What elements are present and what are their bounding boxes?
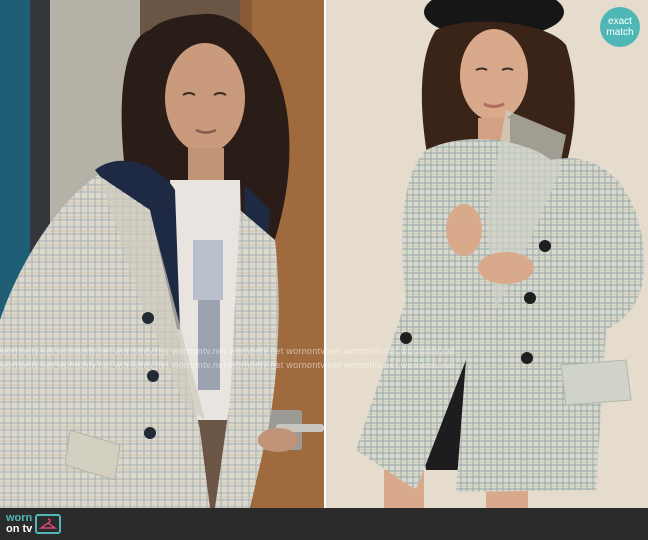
blazer-button (400, 332, 412, 344)
logo-ontv-text: on tv (6, 523, 33, 535)
wornontv-logo[interactable]: worn on tv (6, 513, 62, 535)
right-photo (326, 0, 648, 508)
footer-bar: worn on tv (0, 508, 648, 540)
left-photo (0, 0, 324, 508)
tv-hanger-icon (35, 514, 62, 534)
blazer-button (524, 292, 536, 304)
blazer-button (144, 427, 156, 439)
face (165, 43, 245, 153)
left-photo-panel (0, 0, 324, 508)
blazer-button (142, 312, 154, 324)
right-photo-panel: exact match (326, 0, 648, 508)
blazer-button (147, 370, 159, 382)
exact-match-badge: exact match (600, 7, 640, 47)
blazer-button (521, 352, 533, 364)
hand (478, 252, 534, 284)
hand (258, 428, 298, 452)
badge-line-1: exact (608, 16, 632, 27)
blazer-button (539, 240, 551, 252)
badge-line-2: match (606, 27, 634, 38)
hand (446, 204, 482, 256)
